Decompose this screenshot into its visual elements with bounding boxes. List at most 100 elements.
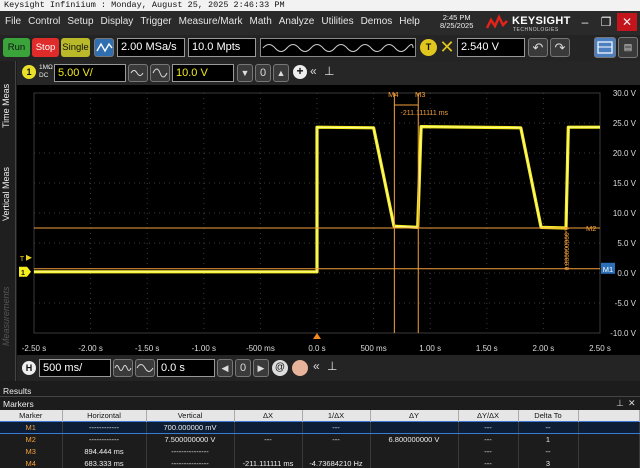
col-horizontal[interactable]: Horizontal: [62, 410, 147, 421]
cell-delta-to: --: [518, 445, 579, 457]
cell-vertical: 700.000000 mV: [146, 420, 235, 434]
scale-up-icon[interactable]: [150, 64, 170, 82]
col-spacer: [578, 410, 640, 421]
single-button[interactable]: Single: [61, 38, 90, 57]
x-axis-ticks: -2.50 s -2.00 s -1.50 s -1.00 s -500 ms 0.0 s…: [22, 344, 611, 353]
col-vertical[interactable]: Vertical: [146, 410, 235, 421]
dense-wave-icon: [114, 365, 132, 371]
menu-setup[interactable]: Setup: [67, 16, 93, 27]
trigger-edge-icon[interactable]: ✕: [438, 37, 456, 57]
position-right-icon[interactable]: ▶: [253, 359, 269, 377]
collapse-channel-icon[interactable]: «: [310, 64, 317, 78]
side-tabs: Time Meas Vertical Meas Measurements: [0, 61, 16, 381]
menu-trigger[interactable]: Trigger: [140, 16, 171, 27]
offset-up-icon[interactable]: ▲: [273, 64, 289, 82]
waveform-graticule[interactable]: -2.50 s -2.00 s -1.50 s -1.00 s -500 ms 0.0 s…: [17, 85, 640, 357]
menu-demos[interactable]: Demos: [361, 16, 393, 27]
zoom-reference-icon[interactable]: @: [272, 360, 288, 376]
tab-vertical-meas[interactable]: Vertical Meas: [1, 149, 15, 239]
cell-delta-y: [370, 457, 459, 468]
horizontal-badge[interactable]: H: [22, 361, 36, 375]
offset-down-icon[interactable]: ▼: [237, 64, 253, 82]
large-wave-icon: [152, 68, 168, 78]
table-row[interactable]: M4 683.333 ms --------------- -211.11111…: [0, 457, 640, 468]
autoscale-wave-icon: [96, 42, 113, 53]
cell-inverse-delta-x: [302, 445, 371, 457]
overview-wave-icon: [262, 44, 414, 52]
timebase-scale-field[interactable]: 500 ms/: [39, 359, 111, 377]
undo-icon[interactable]: ↶: [528, 38, 548, 57]
markers-table: Marker Horizontal Vertical ΔX 1/ΔX ΔY ΔY…: [0, 410, 640, 468]
time-zoom-out-icon[interactable]: [113, 359, 133, 377]
position-zero-icon[interactable]: 0: [235, 359, 251, 377]
zoom-window-icon[interactable]: [292, 360, 308, 376]
panel-toggle-icon[interactable]: ▤: [618, 37, 638, 58]
trigger-level-field[interactable]: 2.540 V: [457, 38, 525, 57]
cell-marker: M2: [0, 433, 63, 445]
table-row[interactable]: M3 894.444 ms --------------- --- --: [0, 445, 640, 457]
menu-display[interactable]: Display: [101, 16, 134, 27]
timebase-position-field[interactable]: 0.0 s: [157, 359, 215, 377]
menu-file[interactable]: File: [5, 16, 21, 27]
channel-impedance: 1MΩ: [39, 64, 53, 71]
marker-m4-label: M4: [388, 90, 398, 99]
timebase-pin-icon[interactable]: ⊥: [327, 359, 337, 373]
cell-delta-to: 3: [518, 457, 579, 468]
timebase-control-bar: H 500 ms/ 0.0 s ◀ 0 ▶ @ « ⊥: [17, 355, 640, 381]
cell-horizontal: ------------: [62, 433, 147, 445]
redo-icon[interactable]: ↷: [550, 38, 570, 57]
y-tick-label: 20.0 V: [613, 149, 637, 158]
col-marker[interactable]: Marker: [0, 410, 63, 421]
memory-depth-field[interactable]: 10.0 Mpts: [188, 38, 256, 57]
col-delta-x[interactable]: ΔX: [234, 410, 303, 421]
channel-coupling[interactable]: 1MΩ DC: [39, 64, 53, 80]
menu-math[interactable]: Math: [250, 16, 272, 27]
close-button[interactable]: ✕: [617, 13, 637, 31]
offset-zero-icon[interactable]: 0: [255, 64, 271, 82]
table-row[interactable]: M2 ------------ 7.500000000 V --- --- 6.…: [0, 433, 640, 445]
x-tick-label: 1.50 s: [476, 344, 498, 353]
results-pin-icon[interactable]: ⊥: [616, 398, 624, 409]
add-channel-icon[interactable]: +: [293, 65, 307, 79]
menu-analyze[interactable]: Analyze: [279, 16, 315, 27]
col-delta-y[interactable]: ΔY: [370, 410, 459, 421]
cell-inverse-delta-x: ---: [302, 420, 371, 434]
col-inverse-delta-x[interactable]: 1/ΔX: [302, 410, 371, 421]
cell-horizontal: 894.444 ms: [62, 445, 147, 457]
menu-utilities[interactable]: Utilities: [321, 16, 353, 27]
display-layout-icon[interactable]: [594, 37, 616, 58]
autoscale-icon[interactable]: [94, 38, 114, 57]
waveform-display[interactable]: -2.50 s -2.00 s -1.50 s -1.00 s -500 ms 0.0 s…: [17, 85, 640, 357]
cell-delta-x: [234, 445, 303, 457]
vertical-offset-field[interactable]: 10.0 V: [172, 64, 234, 82]
menu-measure-mark[interactable]: Measure/Mark: [179, 16, 243, 27]
delta-y-readout: 6.800000000 V: [564, 226, 571, 271]
acquisition-toolbar: Run Stop Single 2.00 MSa/s 10.0 Mpts T ✕…: [0, 35, 640, 61]
table-row[interactable]: M1 ------------ 700.000000 mV --- --- --: [0, 420, 640, 434]
restore-button[interactable]: ❐: [596, 13, 616, 31]
col-delta-y-over-x[interactable]: ΔY/ΔX: [458, 410, 519, 421]
channel-number-badge[interactable]: 1: [22, 65, 36, 79]
results-section[interactable]: Markers: [3, 399, 34, 409]
cell-marker: M1: [0, 420, 63, 434]
run-button[interactable]: Run: [3, 38, 30, 57]
y-axis-ticks: 30.0 V 25.0 V 20.0 V 15.0 V 10.0 V 5.0 V 0.0 V…: [610, 89, 636, 338]
menu-help[interactable]: Help: [399, 16, 420, 27]
clock-date: 8/25/2025: [440, 21, 474, 30]
vertical-scale-field[interactable]: 5.00 V/: [54, 64, 126, 82]
pin-icon[interactable]: ⊥: [324, 64, 334, 78]
x-tick-label: -1.00 s: [192, 344, 216, 353]
minimize-button[interactable]: –: [575, 13, 595, 31]
results-close-icon[interactable]: ✕: [628, 398, 636, 409]
sample-rate-field[interactable]: 2.00 MSa/s: [117, 38, 185, 57]
scale-down-icon[interactable]: [128, 64, 148, 82]
trigger-badge[interactable]: T: [420, 39, 437, 56]
col-delta-to[interactable]: Delta To: [518, 410, 579, 421]
stop-button[interactable]: Stop: [32, 38, 59, 57]
time-zoom-in-icon[interactable]: [135, 359, 155, 377]
tab-measurements[interactable]: Measurements: [1, 261, 15, 371]
collapse-timebase-icon[interactable]: «: [313, 359, 320, 373]
tab-time-meas[interactable]: Time Meas: [1, 65, 15, 147]
position-left-icon[interactable]: ◀: [217, 359, 233, 377]
menu-control[interactable]: Control: [28, 16, 60, 27]
